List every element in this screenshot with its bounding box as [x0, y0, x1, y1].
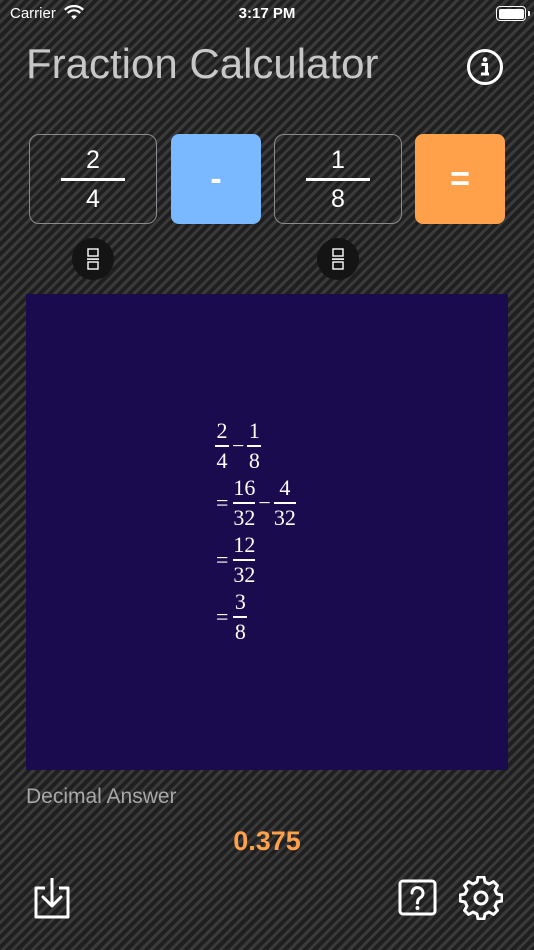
step-1: 24 − 18 [215, 418, 262, 473]
step-4: = 38 [215, 589, 248, 644]
denominator: 32 [233, 504, 256, 530]
first-numerator: 2 [86, 145, 100, 174]
fraction-bar [61, 177, 125, 181]
clock: 3:17 PM [238, 5, 296, 22]
equals-sign: = [216, 603, 229, 629]
step-fraction: 4 32 [273, 475, 296, 530]
fraction-bar [306, 177, 370, 181]
numerator: 2 [216, 418, 228, 443]
numerator: 1 [248, 418, 260, 443]
minus-sign: − [258, 489, 271, 515]
info-icon[interactable] [466, 48, 504, 86]
fraction-icon [87, 248, 99, 270]
equals-sign: = [216, 546, 229, 572]
step-fraction: 16 32 [233, 475, 256, 530]
step-fraction: 38 [233, 589, 248, 644]
denominator: 32 [273, 504, 296, 530]
equals-button[interactable]: = [415, 134, 505, 224]
minus-sign: − [232, 432, 245, 458]
battery-icon [496, 6, 530, 21]
help-icon[interactable] [396, 876, 440, 920]
gear-icon[interactable] [459, 876, 503, 920]
denominator: 32 [233, 561, 256, 587]
app-title: Fraction Calculator [26, 40, 379, 87]
decimal-answer-value: 0.375 [233, 826, 301, 856]
step-3: = 12 32 [215, 532, 256, 587]
numerator: 16 [233, 475, 256, 500]
denominator: 4 [216, 447, 228, 473]
step-fraction: 12 32 [233, 532, 256, 587]
second-fraction-input[interactable]: 1 8 [274, 134, 402, 224]
second-denominator: 8 [331, 184, 345, 213]
numerator: 3 [234, 589, 246, 614]
step-fraction: 24 [215, 419, 229, 473]
denominator: 8 [234, 618, 246, 644]
first-denominator: 4 [86, 184, 100, 213]
second-numerator: 1 [331, 145, 345, 174]
first-fraction-input[interactable]: 2 4 [29, 134, 157, 224]
save-icon[interactable] [30, 876, 74, 920]
fraction-icon [332, 248, 344, 270]
denominator: 8 [248, 447, 260, 473]
step-fraction: 18 [247, 418, 262, 473]
equals-sign: = [216, 489, 229, 515]
step-2: = 16 32 − 4 32 [215, 476, 296, 530]
numerator: 4 [279, 475, 291, 500]
solution-steps-panel: 24 − 18 = 16 32 − 4 32 = 12 32 = 38 [26, 294, 508, 770]
numerator: 12 [233, 532, 256, 557]
decimal-answer-label: Decimal Answer [26, 785, 177, 808]
first-fraction-type-button[interactable] [72, 238, 114, 280]
operator-button[interactable]: - [171, 134, 261, 224]
status-bar: Carrier 3:17 PM [0, 0, 534, 28]
second-fraction-type-button[interactable] [317, 238, 359, 280]
